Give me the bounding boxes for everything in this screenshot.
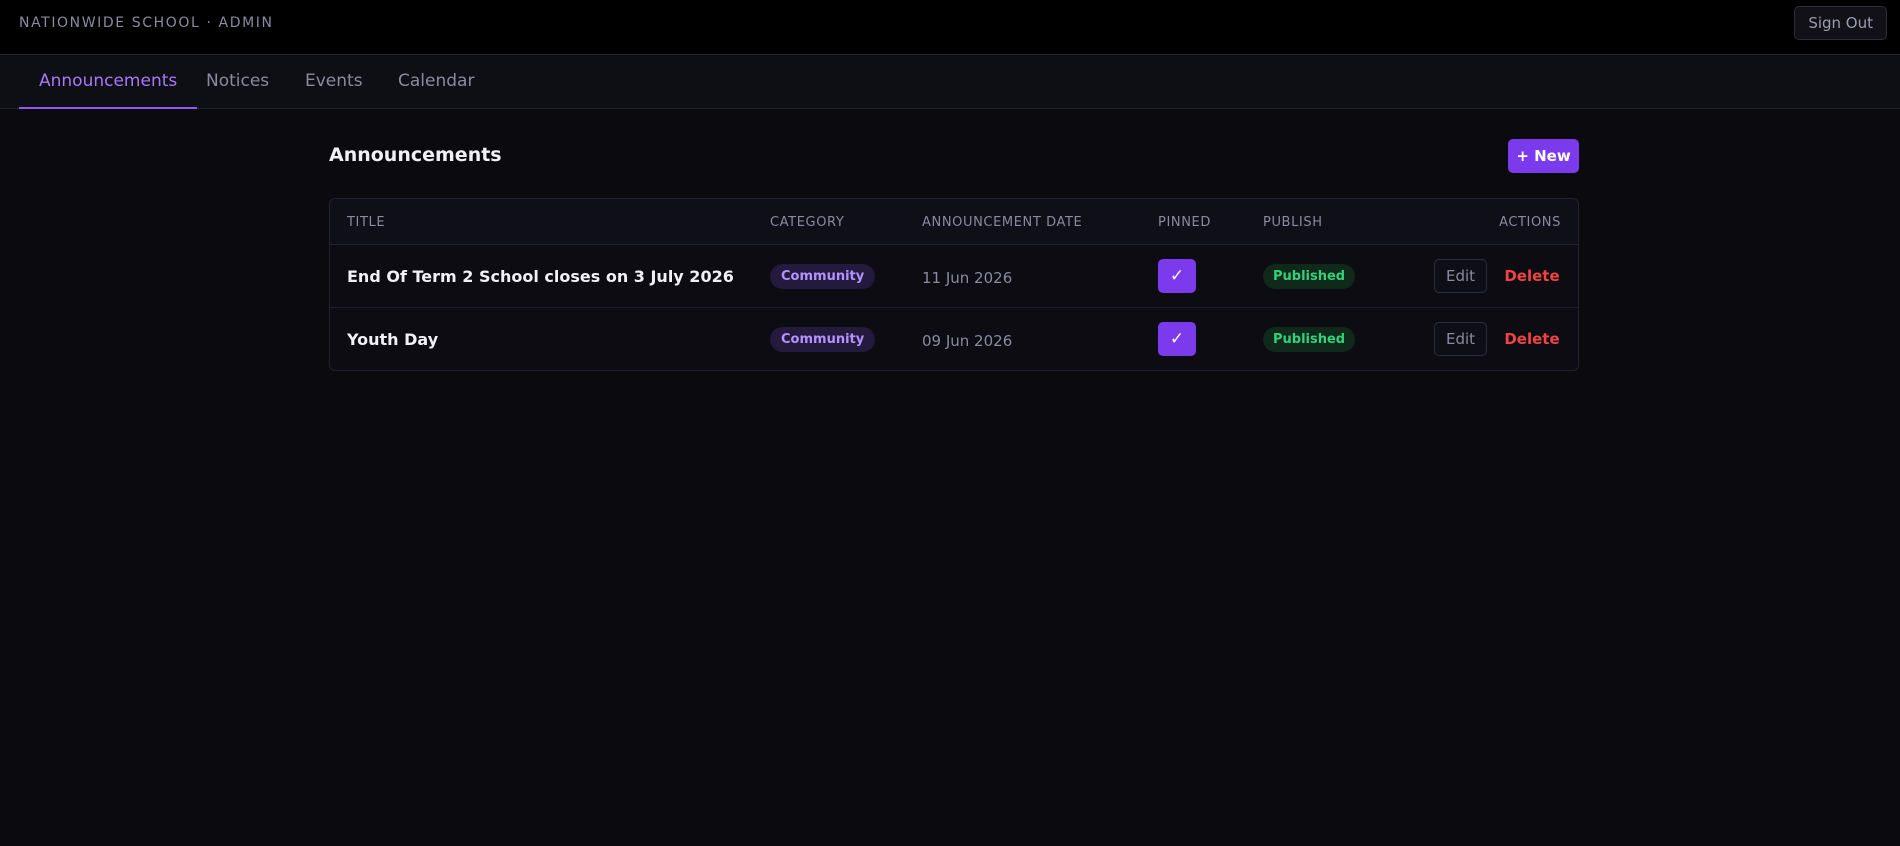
column-header-actions: ACTIONS xyxy=(1499,215,1561,230)
announcements-table: TITLE CATEGORY ANNOUNCEMENT DATE PINNED … xyxy=(329,198,1579,371)
page-title: Announcements xyxy=(329,144,502,166)
tab-calendar[interactable]: Calendar xyxy=(378,56,494,109)
tab-announcements[interactable]: Announcements xyxy=(19,56,198,109)
check-icon: ✓ xyxy=(1169,329,1185,349)
announcement-date: 11 Jun 2026 xyxy=(922,269,1013,287)
pinned-checkbox[interactable]: ✓ xyxy=(1158,322,1196,356)
check-icon: ✓ xyxy=(1169,266,1185,286)
pinned-checkbox[interactable]: ✓ xyxy=(1158,259,1196,293)
table-row: End Of Term 2 School closes on 3 July 20… xyxy=(330,245,1578,308)
table-row: Youth Day Community 09 Jun 2026 ✓ Publis… xyxy=(330,308,1578,371)
category-badge: Community xyxy=(770,327,876,352)
new-announcement-button[interactable]: + New xyxy=(1508,139,1579,173)
announcement-title: End Of Term 2 School closes on 3 July 20… xyxy=(347,267,734,286)
tab-notices[interactable]: Notices xyxy=(186,56,289,109)
announcement-title: Youth Day xyxy=(347,330,439,349)
delete-button[interactable]: Delete xyxy=(1504,259,1560,293)
publish-status-badge: Published xyxy=(1263,327,1356,352)
edit-button[interactable]: Edit xyxy=(1434,259,1487,293)
column-header-publish: PUBLISH xyxy=(1263,215,1323,230)
column-header-pinned: PINNED xyxy=(1158,215,1211,230)
column-header-date: ANNOUNCEMENT DATE xyxy=(922,215,1083,230)
announcement-date: 09 Jun 2026 xyxy=(922,332,1013,350)
app-brand: NATIONWIDE SCHOOL · ADMIN xyxy=(19,15,274,31)
top-bar: NATIONWIDE SCHOOL · ADMIN Sign Out xyxy=(0,0,1900,55)
tab-bar: Announcements Notices Events Calendar xyxy=(0,56,1900,109)
table-header: TITLE CATEGORY ANNOUNCEMENT DATE PINNED … xyxy=(330,199,1578,245)
delete-button[interactable]: Delete xyxy=(1504,322,1560,356)
sign-out-button[interactable]: Sign Out xyxy=(1794,6,1887,40)
tab-events[interactable]: Events xyxy=(285,56,383,109)
column-header-category: CATEGORY xyxy=(770,215,845,230)
category-badge: Community xyxy=(770,264,876,289)
column-header-title: TITLE xyxy=(347,215,386,230)
edit-button[interactable]: Edit xyxy=(1434,322,1487,356)
publish-status-badge: Published xyxy=(1263,264,1356,289)
